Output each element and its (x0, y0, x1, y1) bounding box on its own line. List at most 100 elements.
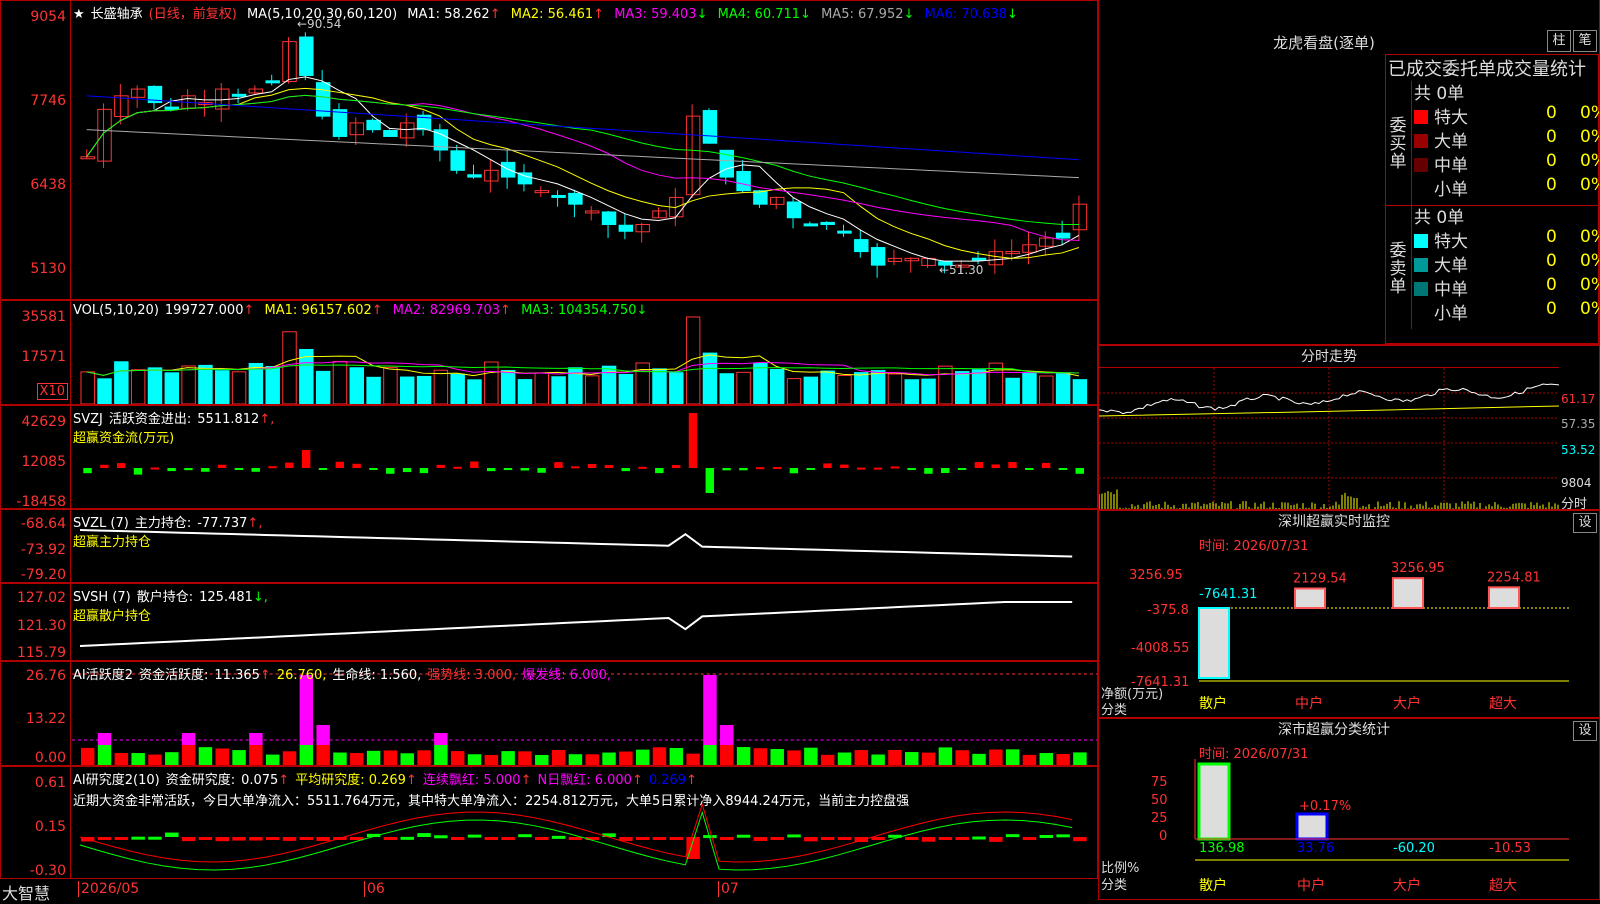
activity-peak-bar (299, 675, 314, 745)
lhb-row: 大单 0 0% (1414, 251, 1599, 276)
research-bar (770, 837, 784, 840)
ma4-value: MA4: 60.711↓ (717, 7, 811, 22)
volume-bar (702, 352, 718, 404)
szc-bar-label: +0.17% (1299, 799, 1352, 814)
svsh-panel[interactable]: 127.02 121.30 115.79 SVSH (7) 散户持仓: 125.48… (0, 583, 1098, 661)
category-percent: 0% (1580, 251, 1599, 271)
ai-act-strong: 强势线: 3.000, (427, 668, 517, 683)
activity-bar (215, 748, 229, 765)
svzj-tick: 12085 (21, 454, 66, 470)
svsh-value: 125.481↓, (199, 590, 268, 605)
activity-bar (736, 747, 751, 765)
ma5-line (86, 129, 1079, 179)
lhb-row: 特大 0 0% (1414, 103, 1599, 128)
svzj-bar (133, 468, 143, 475)
volume-panel[interactable]: 35581 17571 X10 VOL(5,10,20) 199727.000↑ … (0, 300, 1098, 405)
lhb-row: 共 0单 (1414, 79, 1599, 104)
period-label[interactable]: (日线，前复权) (149, 7, 237, 22)
ai-activity-header: AI活跃度2 资金活跃度: 11.365↑ 26.760, 生命线: 1.560, 强势线… (73, 664, 617, 683)
ai-act-life: 生命线: 1.560, (332, 668, 422, 683)
svzj-bar (991, 464, 1000, 468)
activity-bar (905, 752, 919, 765)
category-count: 0 (1546, 175, 1557, 195)
candle (332, 109, 348, 137)
activity-bar (80, 747, 95, 765)
activity-bar (114, 753, 129, 765)
sz-category-label: 大户 (1393, 696, 1421, 712)
ai-res-name: 资金研究度: (165, 773, 236, 788)
candle (1072, 203, 1088, 231)
volume-bar (769, 368, 785, 404)
vol-label: VOL(5,10,20) (73, 303, 159, 318)
research-bar (97, 837, 112, 840)
svzl-label: SVZL (7) (73, 516, 129, 531)
activity-bar (871, 754, 885, 765)
candlestick-chart[interactable] (72, 1, 1097, 299)
fenshi-tick: 53.52 (1561, 443, 1596, 457)
activity-bar (972, 753, 986, 765)
fenshi-chart[interactable] (1099, 368, 1560, 509)
category-count: 0 (1546, 227, 1557, 247)
candle (114, 95, 129, 117)
bar-mode-button[interactable]: 柱 (1547, 30, 1571, 52)
szc-value-label: -60.20 (1393, 841, 1435, 856)
svzl-panel[interactable]: -68.64 -73.92 -79.20 SVZL (7) 主力持仓: -77.73… (0, 509, 1098, 583)
candle (299, 36, 314, 76)
sz-bar-value: 2129.54 (1293, 571, 1347, 586)
activity-bar (686, 753, 700, 765)
svzj-bar (957, 468, 967, 470)
ma2-value: MA2: 56.461↑ (510, 7, 605, 22)
svzj-bar (1058, 468, 1068, 470)
svzj-bar (1025, 468, 1034, 470)
sz-net-bar (1294, 587, 1326, 609)
volume-bar (803, 376, 819, 404)
volume-bar (349, 367, 365, 404)
category-count: 0 (1546, 103, 1557, 123)
candle (854, 239, 869, 253)
price-tick: 9054 (30, 9, 66, 25)
research-bar (804, 837, 818, 842)
fenshi-title: 分时走势 (1099, 346, 1559, 368)
ai-activity-panel[interactable]: 26.76 13.22 0.00 AI活跃度2 资金活跃度: 11.365↑ 26.7… (0, 661, 1098, 766)
activity-peak-bar (316, 725, 330, 745)
research-bar (232, 837, 246, 841)
research-bar (568, 837, 583, 840)
svzj-bar (335, 461, 345, 468)
activity-peak-bar (249, 733, 263, 745)
activity-peak-bar (97, 733, 112, 745)
favorite-star-icon[interactable]: ★ (73, 7, 85, 22)
fenshi-panel[interactable]: 分时走势 61.17 57.35 53.52 9804 分时 (1098, 345, 1600, 510)
svzj-bar (402, 468, 412, 473)
app-logo[interactable]: 大智慧 (2, 880, 50, 904)
research-bar (905, 837, 919, 840)
svzj-bar (470, 461, 479, 468)
ma6-value: MA6: 70.638↓ (924, 7, 1018, 22)
svsh-tick: 121.30 (17, 618, 66, 634)
candle (685, 115, 701, 196)
volume-bar (215, 370, 230, 404)
tick-mode-button[interactable]: 笔 (1573, 30, 1597, 52)
svzj-panel[interactable]: 42629 12085 -18458 SVZJ 活跃资金进出: 5511.812↑,… (0, 405, 1098, 509)
svzj-bar (234, 468, 244, 470)
candle (904, 257, 919, 262)
category-name: 中单 (1434, 280, 1468, 300)
svzj-bar (184, 468, 193, 471)
volume-bar (904, 379, 919, 404)
svzj-bar (537, 468, 546, 473)
szc-value-label: 33.76 (1297, 841, 1335, 856)
volume-bar (820, 370, 835, 404)
lhb-row: 特大 0 0% (1414, 227, 1599, 252)
price-panel[interactable]: 9054 7746 6438 5130 ★ 长盛轴承 (日线，前复权) MA(5,1… (0, 0, 1098, 300)
svzj-bar (907, 468, 916, 470)
volume-bar (315, 370, 331, 404)
vol-ma2: MA2: 82969.703↑ (392, 303, 511, 318)
svzj-bar (285, 462, 294, 468)
candle (753, 190, 768, 205)
sz-net-bar (1488, 586, 1520, 610)
activity-bar (467, 754, 482, 765)
category-percent: 0% (1580, 175, 1599, 195)
research-bar (467, 834, 482, 838)
svzj-bar (251, 468, 260, 472)
ai-research-panel[interactable]: 0.61 0.15 -0.30 AI研究度2(10) 资金研究度: 0.075↑ 平均… (0, 766, 1098, 879)
svzj-bar (604, 465, 614, 468)
